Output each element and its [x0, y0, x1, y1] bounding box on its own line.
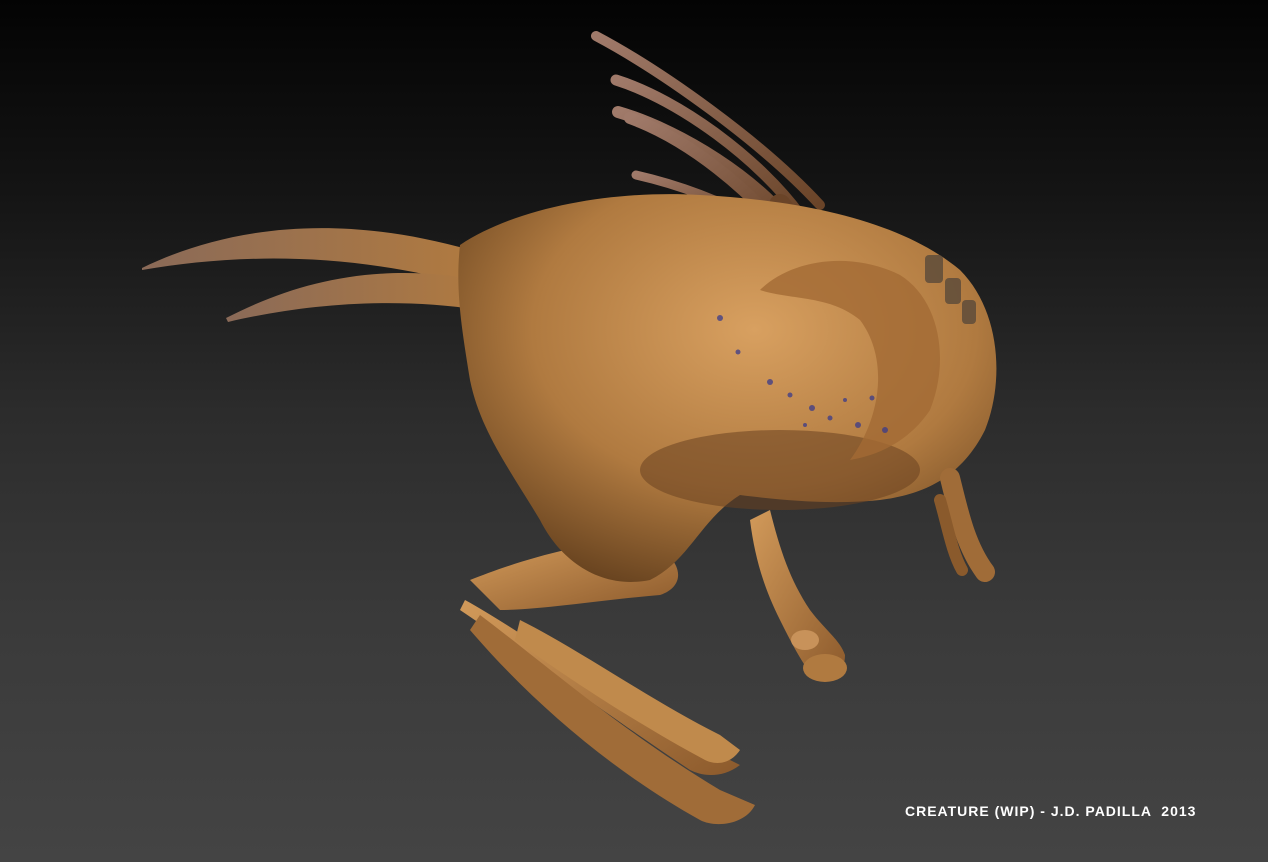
- front-leg: [750, 510, 847, 682]
- hind-legs: [460, 542, 755, 825]
- proboscis: [934, 468, 995, 582]
- render-viewport: CREATURE (WIP) - J.D. PADILLA 2013: [0, 0, 1268, 862]
- artist-caption: CREATURE (WIP) - J.D. PADILLA 2013: [905, 803, 1197, 819]
- creature-illustration: [142, 31, 997, 825]
- tail-tendrils: [142, 228, 480, 322]
